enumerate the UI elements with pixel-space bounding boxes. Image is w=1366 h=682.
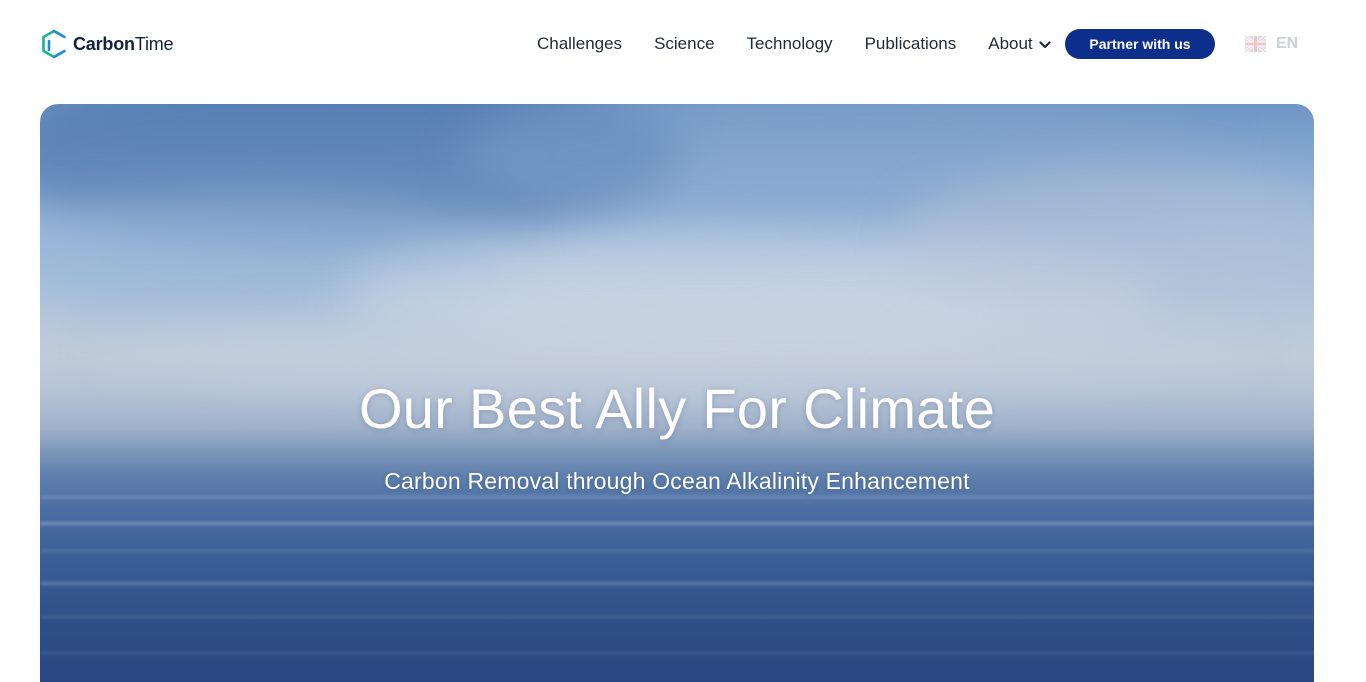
nav-item-about[interactable]: About	[988, 34, 1051, 54]
wave-line	[40, 582, 1314, 585]
wave-line	[40, 522, 1314, 525]
partner-with-us-button[interactable]: Partner with us	[1065, 29, 1215, 59]
nav-item-challenges[interactable]: Challenges	[537, 34, 622, 54]
hero-title: Our Best Ally For Climate	[358, 377, 996, 440]
language-code: EN	[1276, 35, 1299, 52]
wave-line	[40, 550, 1314, 552]
wave-line	[40, 616, 1314, 618]
main-nav: Challenges Science Technology Publicatio…	[537, 29, 1069, 59]
uk-flag-icon	[1245, 36, 1266, 52]
chevron-down-icon	[1039, 40, 1051, 48]
language-selector[interactable]: EN	[1245, 34, 1298, 54]
wave-line	[40, 496, 1314, 498]
hero-banner: Our Best Ally For Climate Carbon Removal…	[40, 104, 1314, 682]
brand-logo[interactable]: CarbonTime	[40, 29, 174, 59]
hexagon-c-logo-icon	[42, 29, 66, 59]
site-header: CarbonTime Challenges Science Technology…	[0, 0, 1366, 88]
nav-about-label: About	[988, 34, 1033, 53]
brand-name: CarbonTime	[73, 33, 174, 54]
wave-line	[40, 652, 1314, 654]
nav-item-technology[interactable]: Technology	[747, 34, 833, 54]
nav-item-science[interactable]: Science	[654, 34, 714, 54]
hero-subtitle: Carbon Removal through Ocean Alkalinity …	[384, 468, 970, 494]
nav-item-publications[interactable]: Publications	[865, 34, 957, 54]
